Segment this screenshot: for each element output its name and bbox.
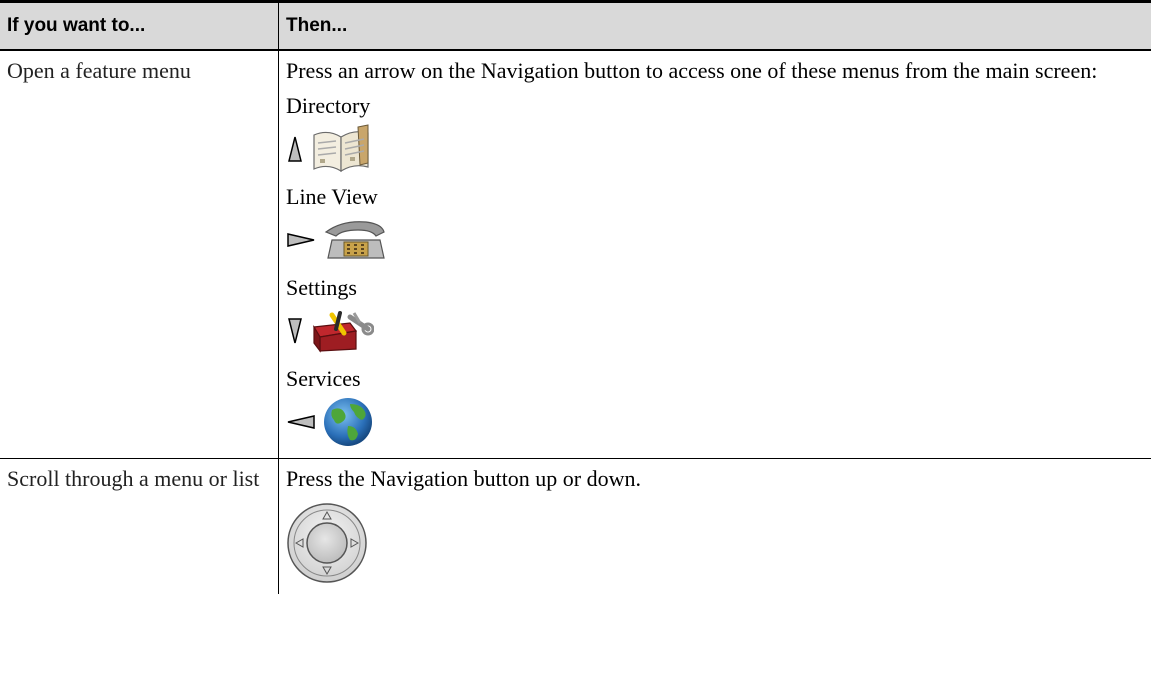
- services-globe-icon: [324, 398, 372, 446]
- menu-icons-directory: [286, 123, 1144, 175]
- header-if-you-want-to: If you want to...: [0, 0, 279, 51]
- menu-label-services: Services: [286, 366, 361, 391]
- table-header-row: If you want to... Then...: [0, 0, 1151, 51]
- header-then: Then...: [278, 0, 1151, 51]
- table-row: Scroll through a menu or list Press the …: [0, 458, 1151, 595]
- navigation-button-figure: [286, 502, 1144, 584]
- row-then-open-feature-menu: Press an arrow on the Navigation button …: [278, 50, 1151, 459]
- menu-icons-settings: [286, 305, 1144, 357]
- table-row: Open a feature menu Press an arrow on th…: [0, 50, 1151, 459]
- down-arrow-icon: [288, 318, 302, 344]
- instruction-text: Press the Navigation button up or down.: [286, 466, 642, 491]
- instruction-text: Press an arrow on the Navigation button …: [286, 58, 1098, 83]
- directory-book-icon: [313, 124, 369, 173]
- up-arrow-icon: [288, 136, 302, 162]
- left-arrow-icon: [287, 415, 315, 429]
- feature-table: If you want to... Then... Open a feature…: [0, 0, 1151, 594]
- line-view-phone-icon: [324, 221, 385, 259]
- row-action-open-feature-menu: Open a feature menu: [0, 50, 279, 459]
- menu-icons-line-view: [286, 214, 1144, 266]
- settings-toolbox-icon: [313, 311, 374, 353]
- right-arrow-icon: [287, 233, 315, 247]
- navigation-button-icon: [287, 503, 367, 583]
- menu-label-settings: Settings: [286, 275, 357, 300]
- menu-label-line-view: Line View: [286, 184, 378, 209]
- row-then-scroll-menu: Press the Navigation button up or down.: [279, 459, 1151, 595]
- menu-icons-services: [286, 396, 1144, 448]
- menu-label-directory: Directory: [286, 93, 371, 118]
- row-action-scroll-menu: Scroll through a menu or list: [0, 458, 279, 594]
